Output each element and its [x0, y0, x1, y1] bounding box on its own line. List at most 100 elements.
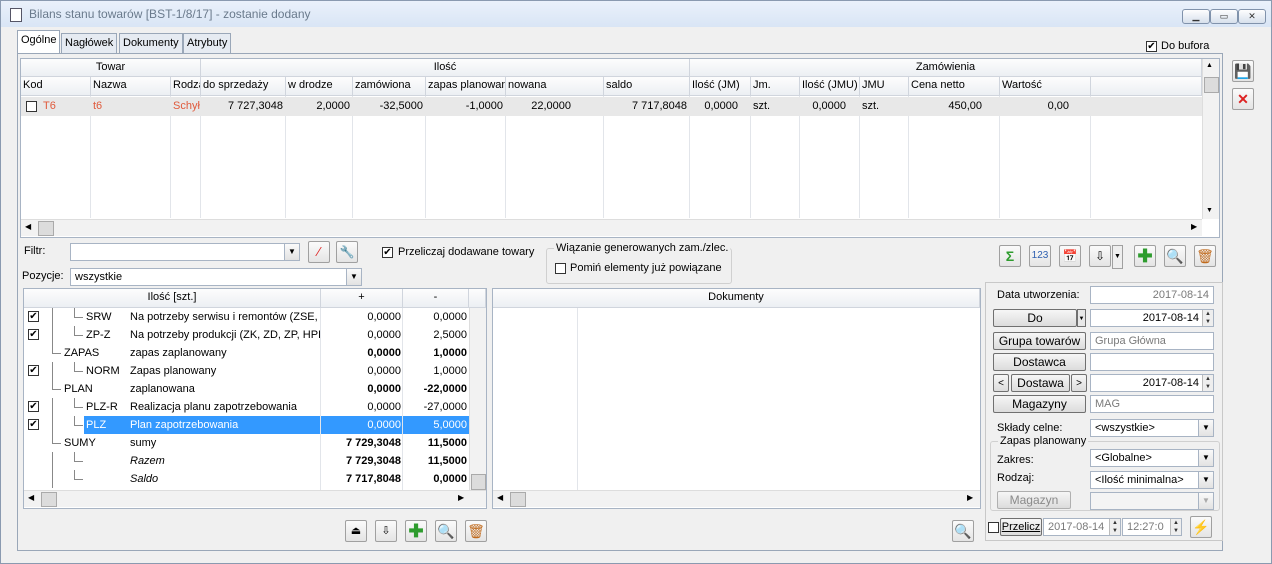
col-rodzaj[interactable]: Rodza — [171, 77, 201, 96]
rodzaj-select[interactable]: <Ilość minimalna> ▼ — [1090, 471, 1214, 489]
dostawa-date-spinner[interactable]: ▲ ▼ — [1202, 375, 1213, 391]
documents-header[interactable]: Dokumenty — [493, 289, 980, 308]
scroll-left-icon[interactable]: ◀ — [497, 493, 503, 502]
tree-row-checkbox[interactable]: ✔ — [28, 419, 39, 430]
lightning-icon[interactable]: ⚡ — [1190, 516, 1212, 538]
scroll-thumb[interactable] — [38, 221, 54, 236]
add-row-icon[interactable]: ✚ — [405, 520, 427, 542]
do-bufora-checkbox[interactable]: ✔ — [1146, 41, 1157, 52]
dostawa-date-input[interactable]: 2017-08-14 ▲ ▼ — [1090, 374, 1214, 392]
przelicz-date-spinner[interactable]: ▲ ▼ — [1109, 519, 1120, 535]
filter-constructor-button[interactable]: 🔧 — [336, 241, 358, 263]
scroll-thumb[interactable] — [471, 474, 486, 490]
chevron-down-icon[interactable]: ▼ — [1198, 450, 1213, 466]
tree-vscroll[interactable] — [469, 308, 486, 490]
search-row-icon[interactable]: 🔍 — [435, 520, 457, 542]
row-checkbox[interactable] — [26, 101, 37, 112]
scroll-right-icon[interactable]: ▶ — [967, 493, 973, 502]
search-icon[interactable]: 🔍 — [1164, 245, 1186, 267]
col-ilosc-jm[interactable]: Ilość (JM) — [690, 77, 751, 96]
do-button[interactable]: Do — [993, 309, 1077, 327]
tree-header-minus[interactable]: - — [403, 289, 469, 308]
sum-icon[interactable]: Σ — [999, 245, 1021, 267]
grupa-towarow-button[interactable]: Grupa towarów — [993, 332, 1086, 350]
filtr-dropdown-arrow[interactable]: ▼ — [284, 244, 299, 260]
move-down-icon[interactable]: ⇩ — [375, 520, 397, 542]
maximize-button[interactable]: ▭ — [1210, 9, 1238, 24]
tree-row-checkbox[interactable]: ✔ — [28, 311, 39, 322]
minimize-button[interactable]: ▁ — [1182, 9, 1210, 24]
tab-naglowek[interactable]: Nagłówek — [61, 33, 118, 55]
scroll-thumb[interactable] — [1204, 77, 1219, 93]
numbering-icon[interactable]: 123 — [1029, 245, 1051, 267]
col-zamowiona[interactable]: zamówiona — [353, 77, 426, 96]
przelicz-time-spinner[interactable]: ▲ ▼ — [1170, 519, 1181, 535]
dostawa-next-button[interactable]: > — [1071, 374, 1087, 392]
dostawa-button[interactable]: Dostawa — [1011, 374, 1070, 392]
scroll-thumb[interactable] — [41, 492, 57, 507]
tree-row-checkbox[interactable]: ✔ — [28, 365, 39, 376]
magazyn-select[interactable]: ▼ — [1090, 492, 1214, 510]
tree-row-checkbox[interactable]: ✔ — [28, 401, 39, 412]
col-cena-netto[interactable]: Cena netto — [909, 77, 1000, 96]
col-wartosc[interactable]: Wartość — [1000, 77, 1091, 96]
save-button[interactable]: 💾 — [1232, 60, 1254, 82]
col-saldo[interactable]: saldo — [604, 77, 690, 96]
col-jmu[interactable]: JMU — [860, 77, 909, 96]
tree-header-ilosc[interactable]: Ilość [szt.] — [24, 289, 321, 308]
dostawca-button[interactable]: Dostawca — [993, 353, 1086, 371]
cancel-button[interactable]: ✕ — [1232, 88, 1254, 110]
chevron-down-icon[interactable]: ▼ — [1198, 420, 1213, 436]
generate-dropdown-arrow[interactable]: ▼ — [1112, 245, 1123, 269]
documents-hscroll[interactable]: ◀ ▶ — [493, 490, 980, 507]
do-dropdown-arrow[interactable]: ▼ — [1077, 309, 1086, 327]
col-kod[interactable]: Kod — [21, 77, 91, 96]
col-jm[interactable]: Jm. — [751, 77, 800, 96]
move-up-icon[interactable]: ⏏ — [345, 520, 367, 542]
tab-ogolne[interactable]: Ogólne — [17, 30, 61, 55]
col-do-sprzedazy[interactable]: do sprzedaży — [201, 77, 286, 96]
col-w-drodze[interactable]: w drodze — [286, 77, 353, 96]
generate-document-icon[interactable]: ⇩ — [1089, 245, 1111, 267]
col-nazwa[interactable]: Nazwa — [91, 77, 171, 96]
delete-row-icon[interactable]: 🗑 — [465, 520, 487, 542]
do-date-spinner[interactable]: ▲ ▼ — [1202, 310, 1213, 326]
dostawa-prev-button[interactable]: < — [993, 374, 1009, 392]
table-row[interactable]: T6 t6 Schyłk 7 727,3048 2,0000 -32,5000 … — [21, 97, 1202, 116]
scroll-right-icon[interactable]: ▶ — [1191, 222, 1197, 231]
tree-header-plus[interactable]: + — [321, 289, 403, 308]
scroll-left-icon[interactable]: ◀ — [28, 493, 34, 502]
add-icon[interactable]: ✚ — [1134, 245, 1156, 267]
filtr-input[interactable] — [70, 243, 300, 261]
scroll-left-icon[interactable]: ◀ — [25, 222, 31, 231]
col-planowana[interactable]: nowana — [506, 77, 604, 96]
scroll-thumb[interactable] — [510, 492, 526, 507]
zakres-select[interactable]: <Globalne> ▼ — [1090, 449, 1214, 467]
goods-grid-hscroll[interactable]: ◀ ▶ — [21, 219, 1202, 236]
scroll-down-icon[interactable]: ▼ — [1206, 207, 1213, 214]
scroll-right-icon[interactable]: ▶ — [458, 493, 464, 502]
close-window-button[interactable]: ✕ — [1238, 9, 1266, 24]
goods-grid-vscroll[interactable]: ▲ ▼ — [1202, 59, 1219, 219]
sklady-celne-select[interactable]: <wszystkie> ▼ — [1090, 419, 1214, 437]
tree-row-checkbox[interactable]: ✔ — [28, 329, 39, 340]
przelicz-checkbox[interactable] — [988, 522, 999, 533]
col-zapas-planowany[interactable]: zapas planowan — [426, 77, 506, 96]
chevron-down-icon[interactable]: ▼ — [1198, 472, 1213, 488]
do-date-input[interactable]: 2017-08-14 ▲ ▼ — [1090, 309, 1214, 327]
przelicz-button[interactable]: Przelicz — [1000, 518, 1042, 536]
pozycje-select[interactable]: wszystkie ▼ — [70, 268, 362, 286]
chevron-down-icon[interactable]: ▼ — [346, 269, 361, 285]
tab-dokumenty[interactable]: Dokumenty — [119, 33, 183, 55]
calendar-icon[interactable]: 📅 — [1059, 245, 1081, 267]
scroll-up-icon[interactable]: ▲ — [1206, 62, 1213, 69]
magazyny-button[interactable]: Magazyny — [993, 395, 1086, 413]
delete-icon[interactable]: 🗑 — [1194, 245, 1216, 267]
tab-atrybuty[interactable]: Atrybuty — [183, 33, 232, 55]
documents-search-icon[interactable]: 🔍 — [952, 520, 974, 542]
magazyn-button[interactable]: Magazyn — [997, 491, 1071, 509]
chevron-down-icon[interactable]: ▼ — [1198, 493, 1213, 509]
col-ilosc-jmu[interactable]: Ilość (JMU) — [800, 77, 860, 96]
clear-filter-button[interactable]: ⁄ — [308, 241, 330, 263]
tree-hscroll[interactable]: ◀ ▶ — [24, 490, 486, 507]
